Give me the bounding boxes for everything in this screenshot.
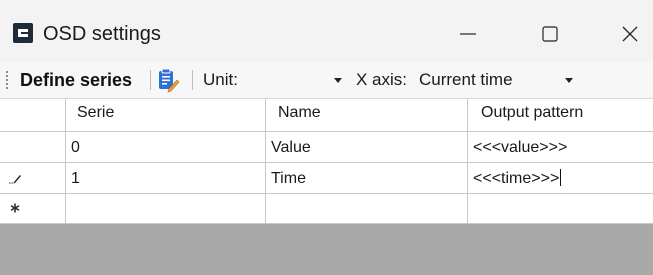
close-icon: [622, 26, 638, 42]
output-pattern-cell[interactable]: <<<time>>>: [468, 163, 653, 194]
column-header-name[interactable]: Name: [266, 99, 468, 132]
unit-label: Unit:: [203, 70, 238, 89]
serie-cell[interactable]: [66, 194, 266, 224]
chevron-down-icon[interactable]: [334, 78, 342, 83]
xaxis-dropdown[interactable]: Current time: [419, 68, 579, 92]
name-cell[interactable]: Value: [266, 132, 468, 163]
window-title: OSD settings: [43, 23, 161, 45]
title-bar: OSD settings: [0, 0, 653, 62]
maximize-button[interactable]: [520, 10, 580, 58]
table-row[interactable]: 0 Value <<<value>>>: [0, 132, 653, 163]
row-header[interactable]: [0, 194, 66, 224]
chevron-down-icon[interactable]: [565, 78, 573, 83]
name-cell[interactable]: Time: [266, 163, 468, 194]
text-caret: [560, 169, 562, 186]
grid-empty-area: [0, 224, 653, 275]
name-cell[interactable]: [266, 194, 468, 224]
table-header-row: Serie Name Output pattern: [0, 99, 653, 132]
unit-dropdown[interactable]: [246, 68, 346, 92]
toolbar-separator: [192, 70, 193, 90]
clipboard-edit-icon[interactable]: [156, 67, 180, 93]
toolbar-grip[interactable]: [6, 71, 10, 89]
series-table: Serie Name Output pattern 0 Value <<<val…: [0, 99, 653, 225]
toolbar: Define series Unit: X axis: Current time: [0, 62, 653, 99]
define-series-label: Define series: [20, 70, 133, 90]
output-pattern-cell[interactable]: <<<value>>>: [468, 132, 653, 163]
column-header-output-pattern[interactable]: Output pattern: [468, 99, 653, 132]
app-logo-icon: [13, 23, 33, 43]
column-header-serie[interactable]: Serie: [66, 99, 266, 132]
xaxis-label: X axis:: [356, 70, 408, 89]
output-pattern-editor-text[interactable]: <<<time>>>: [473, 170, 559, 187]
new-table-row[interactable]: [0, 194, 653, 224]
pencil-edit-icon: [9, 175, 21, 184]
asterisk-new-row-icon: [10, 203, 20, 213]
output-pattern-cell[interactable]: [468, 194, 653, 224]
row-header-corner[interactable]: [0, 99, 66, 132]
table-row[interactable]: 1 Time <<<time>>>: [0, 163, 653, 194]
xaxis-value: Current time: [419, 70, 513, 89]
minimize-button[interactable]: [438, 10, 498, 58]
serie-cell[interactable]: 0: [66, 132, 266, 163]
row-header[interactable]: [0, 132, 66, 163]
serie-cell[interactable]: 1: [66, 163, 266, 194]
minimize-icon: [460, 33, 476, 35]
maximize-icon: [542, 26, 558, 42]
row-header[interactable]: [0, 163, 66, 194]
toolbar-separator: [150, 70, 151, 90]
close-button[interactable]: [600, 10, 653, 58]
